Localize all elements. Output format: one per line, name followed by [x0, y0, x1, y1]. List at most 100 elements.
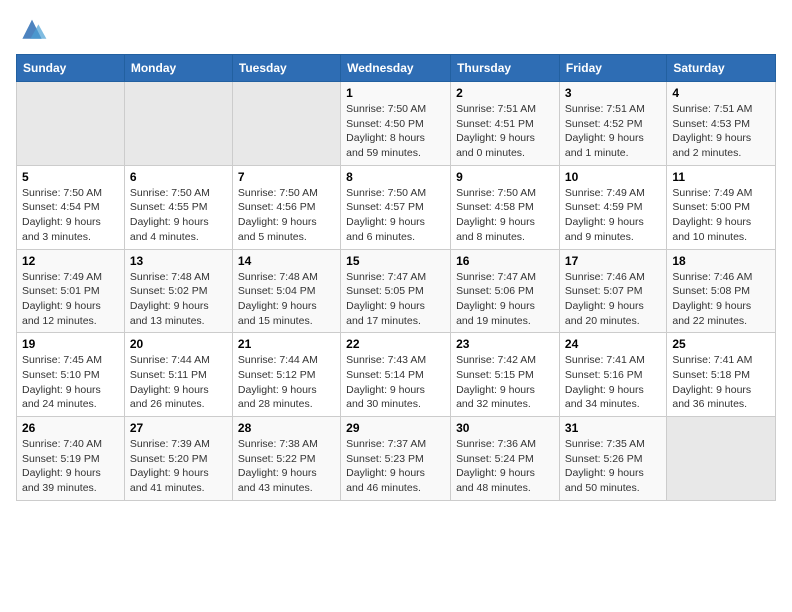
calendar-cell: 30Sunrise: 7:36 AM Sunset: 5:24 PM Dayli…: [451, 417, 560, 501]
day-number: 1: [346, 86, 445, 100]
calendar-cell: 3 Sunrise: 7:51 AM Sunset: 4:52 PM Daylig…: [559, 82, 666, 166]
calendar-cell: 5 Sunrise: 7:50 AM Sunset: 4:54 PM Daylig…: [17, 165, 125, 249]
logo: [16, 16, 52, 44]
day-info: Sunrise: 7:45 AM Sunset: 5:10 PM Dayligh…: [22, 353, 119, 412]
calendar-cell: 7 Sunrise: 7:50 AM Sunset: 4:56 PM Daylig…: [232, 165, 340, 249]
calendar-cell: 11 Sunrise: 7:49 AM Sunset: 5:00 PM Dayli…: [667, 165, 776, 249]
day-number: 6: [130, 170, 227, 184]
day-info: Sunrise: 7:51 AM Sunset: 4:53 PM Dayligh…: [672, 102, 770, 161]
calendar-table: SundayMondayTuesdayWednesdayThursdayFrid…: [16, 54, 776, 501]
day-info: Sunrise: 7:35 AM Sunset: 5:26 PM Dayligh…: [565, 437, 661, 496]
day-number: 7: [238, 170, 335, 184]
calendar-cell: 17 Sunrise: 7:46 AM Sunset: 5:07 PM Dayli…: [559, 249, 666, 333]
day-info: Sunrise: 7:47 AM Sunset: 5:05 PM Dayligh…: [346, 270, 445, 329]
calendar-cell: 31 Sunrise: 7:35 AM Sunset: 5:26 PM Dayli…: [559, 417, 666, 501]
calendar-cell: 9 Sunrise: 7:50 AM Sunset: 4:58 PM Daylig…: [451, 165, 560, 249]
week-row-3: 12 Sunrise: 7:49 AM Sunset: 5:01 PM Dayli…: [17, 249, 776, 333]
day-number: 14: [238, 254, 335, 268]
day-info: Sunrise: 7:41 AM Sunset: 5:16 PM Dayligh…: [565, 353, 661, 412]
day-number: 25: [672, 337, 770, 351]
day-number: 15: [346, 254, 445, 268]
week-row-2: 5 Sunrise: 7:50 AM Sunset: 4:54 PM Daylig…: [17, 165, 776, 249]
day-number: 13: [130, 254, 227, 268]
calendar-cell: 18 Sunrise: 7:46 AM Sunset: 5:08 PM Dayli…: [667, 249, 776, 333]
calendar-cell: [232, 82, 340, 166]
week-row-1: 1 Sunrise: 7:50 AM Sunset: 4:50 PM Daylig…: [17, 82, 776, 166]
day-info: Sunrise: 7:36 AM Sunset: 5:24 PM Dayligh…: [456, 437, 554, 496]
day-number: 8: [346, 170, 445, 184]
calendar-cell: 14 Sunrise: 7:48 AM Sunset: 5:04 PM Dayli…: [232, 249, 340, 333]
day-info: Sunrise: 7:40 AM Sunset: 5:19 PM Dayligh…: [22, 437, 119, 496]
day-number: 22: [346, 337, 445, 351]
calendar-cell: 1 Sunrise: 7:50 AM Sunset: 4:50 PM Daylig…: [341, 82, 451, 166]
day-info: Sunrise: 7:50 AM Sunset: 4:57 PM Dayligh…: [346, 186, 445, 245]
day-number: 11: [672, 170, 770, 184]
day-number: 3: [565, 86, 661, 100]
header-monday: Monday: [124, 55, 232, 82]
calendar-cell: 20 Sunrise: 7:44 AM Sunset: 5:11 PM Dayli…: [124, 333, 232, 417]
calendar-cell: 8 Sunrise: 7:50 AM Sunset: 4:57 PM Daylig…: [341, 165, 451, 249]
day-number: 26: [22, 421, 119, 435]
calendar-cell: 27Sunrise: 7:39 AM Sunset: 5:20 PM Dayli…: [124, 417, 232, 501]
day-number: 29: [346, 421, 445, 435]
calendar-cell: 21 Sunrise: 7:44 AM Sunset: 5:12 PM Dayli…: [232, 333, 340, 417]
day-info: Sunrise: 7:50 AM Sunset: 4:58 PM Dayligh…: [456, 186, 554, 245]
calendar-cell: 15 Sunrise: 7:47 AM Sunset: 5:05 PM Dayli…: [341, 249, 451, 333]
calendar-cell: 26 Sunrise: 7:40 AM Sunset: 5:19 PM Dayli…: [17, 417, 125, 501]
day-number: 16: [456, 254, 554, 268]
day-number: 2: [456, 86, 554, 100]
header-saturday: Saturday: [667, 55, 776, 82]
day-info: Sunrise: 7:50 AM Sunset: 4:56 PM Dayligh…: [238, 186, 335, 245]
calendar-cell: [17, 82, 125, 166]
calendar-cell: 12 Sunrise: 7:49 AM Sunset: 5:01 PM Dayli…: [17, 249, 125, 333]
day-number: 4: [672, 86, 770, 100]
day-info: Sunrise: 7:46 AM Sunset: 5:07 PM Dayligh…: [565, 270, 661, 329]
day-info: Sunrise: 7:51 AM Sunset: 4:52 PM Dayligh…: [565, 102, 661, 161]
day-info: Sunrise: 7:42 AM Sunset: 5:15 PM Dayligh…: [456, 353, 554, 412]
week-row-4: 19Sunrise: 7:45 AM Sunset: 5:10 PM Dayli…: [17, 333, 776, 417]
day-number: 12: [22, 254, 119, 268]
header-sunday: Sunday: [17, 55, 125, 82]
logo-icon: [16, 16, 48, 44]
day-info: Sunrise: 7:46 AM Sunset: 5:08 PM Dayligh…: [672, 270, 770, 329]
day-info: Sunrise: 7:48 AM Sunset: 5:04 PM Dayligh…: [238, 270, 335, 329]
day-info: Sunrise: 7:47 AM Sunset: 5:06 PM Dayligh…: [456, 270, 554, 329]
day-info: Sunrise: 7:50 AM Sunset: 4:54 PM Dayligh…: [22, 186, 119, 245]
calendar-cell: 10 Sunrise: 7:49 AM Sunset: 4:59 PM Dayli…: [559, 165, 666, 249]
header-tuesday: Tuesday: [232, 55, 340, 82]
day-number: 31: [565, 421, 661, 435]
day-number: 23: [456, 337, 554, 351]
week-row-5: 26 Sunrise: 7:40 AM Sunset: 5:19 PM Dayli…: [17, 417, 776, 501]
day-info: Sunrise: 7:50 AM Sunset: 4:50 PM Dayligh…: [346, 102, 445, 161]
page-header: [16, 16, 776, 44]
day-info: Sunrise: 7:49 AM Sunset: 5:00 PM Dayligh…: [672, 186, 770, 245]
header-thursday: Thursday: [451, 55, 560, 82]
day-number: 18: [672, 254, 770, 268]
day-info: Sunrise: 7:38 AM Sunset: 5:22 PM Dayligh…: [238, 437, 335, 496]
calendar-cell: 23 Sunrise: 7:42 AM Sunset: 5:15 PM Dayli…: [451, 333, 560, 417]
calendar-cell: 24Sunrise: 7:41 AM Sunset: 5:16 PM Dayli…: [559, 333, 666, 417]
day-number: 20: [130, 337, 227, 351]
calendar-cell: [667, 417, 776, 501]
day-info: Sunrise: 7:44 AM Sunset: 5:11 PM Dayligh…: [130, 353, 227, 412]
calendar-cell: 19Sunrise: 7:45 AM Sunset: 5:10 PM Dayli…: [17, 333, 125, 417]
day-info: Sunrise: 7:49 AM Sunset: 4:59 PM Dayligh…: [565, 186, 661, 245]
day-number: 5: [22, 170, 119, 184]
day-number: 10: [565, 170, 661, 184]
day-number: 17: [565, 254, 661, 268]
day-number: 21: [238, 337, 335, 351]
day-number: 9: [456, 170, 554, 184]
calendar-header-row: SundayMondayTuesdayWednesdayThursdayFrid…: [17, 55, 776, 82]
day-info: Sunrise: 7:49 AM Sunset: 5:01 PM Dayligh…: [22, 270, 119, 329]
calendar-cell: 2Sunrise: 7:51 AM Sunset: 4:51 PM Daylig…: [451, 82, 560, 166]
calendar-cell: 22Sunrise: 7:43 AM Sunset: 5:14 PM Dayli…: [341, 333, 451, 417]
calendar-cell: 16 Sunrise: 7:47 AM Sunset: 5:06 PM Dayli…: [451, 249, 560, 333]
day-info: Sunrise: 7:50 AM Sunset: 4:55 PM Dayligh…: [130, 186, 227, 245]
calendar-cell: 25Sunrise: 7:41 AM Sunset: 5:18 PM Dayli…: [667, 333, 776, 417]
calendar-cell: 13 Sunrise: 7:48 AM Sunset: 5:02 PM Dayli…: [124, 249, 232, 333]
day-info: Sunrise: 7:39 AM Sunset: 5:20 PM Dayligh…: [130, 437, 227, 496]
calendar-cell: 29Sunrise: 7:37 AM Sunset: 5:23 PM Dayli…: [341, 417, 451, 501]
day-info: Sunrise: 7:48 AM Sunset: 5:02 PM Dayligh…: [130, 270, 227, 329]
day-info: Sunrise: 7:44 AM Sunset: 5:12 PM Dayligh…: [238, 353, 335, 412]
calendar-cell: 28Sunrise: 7:38 AM Sunset: 5:22 PM Dayli…: [232, 417, 340, 501]
